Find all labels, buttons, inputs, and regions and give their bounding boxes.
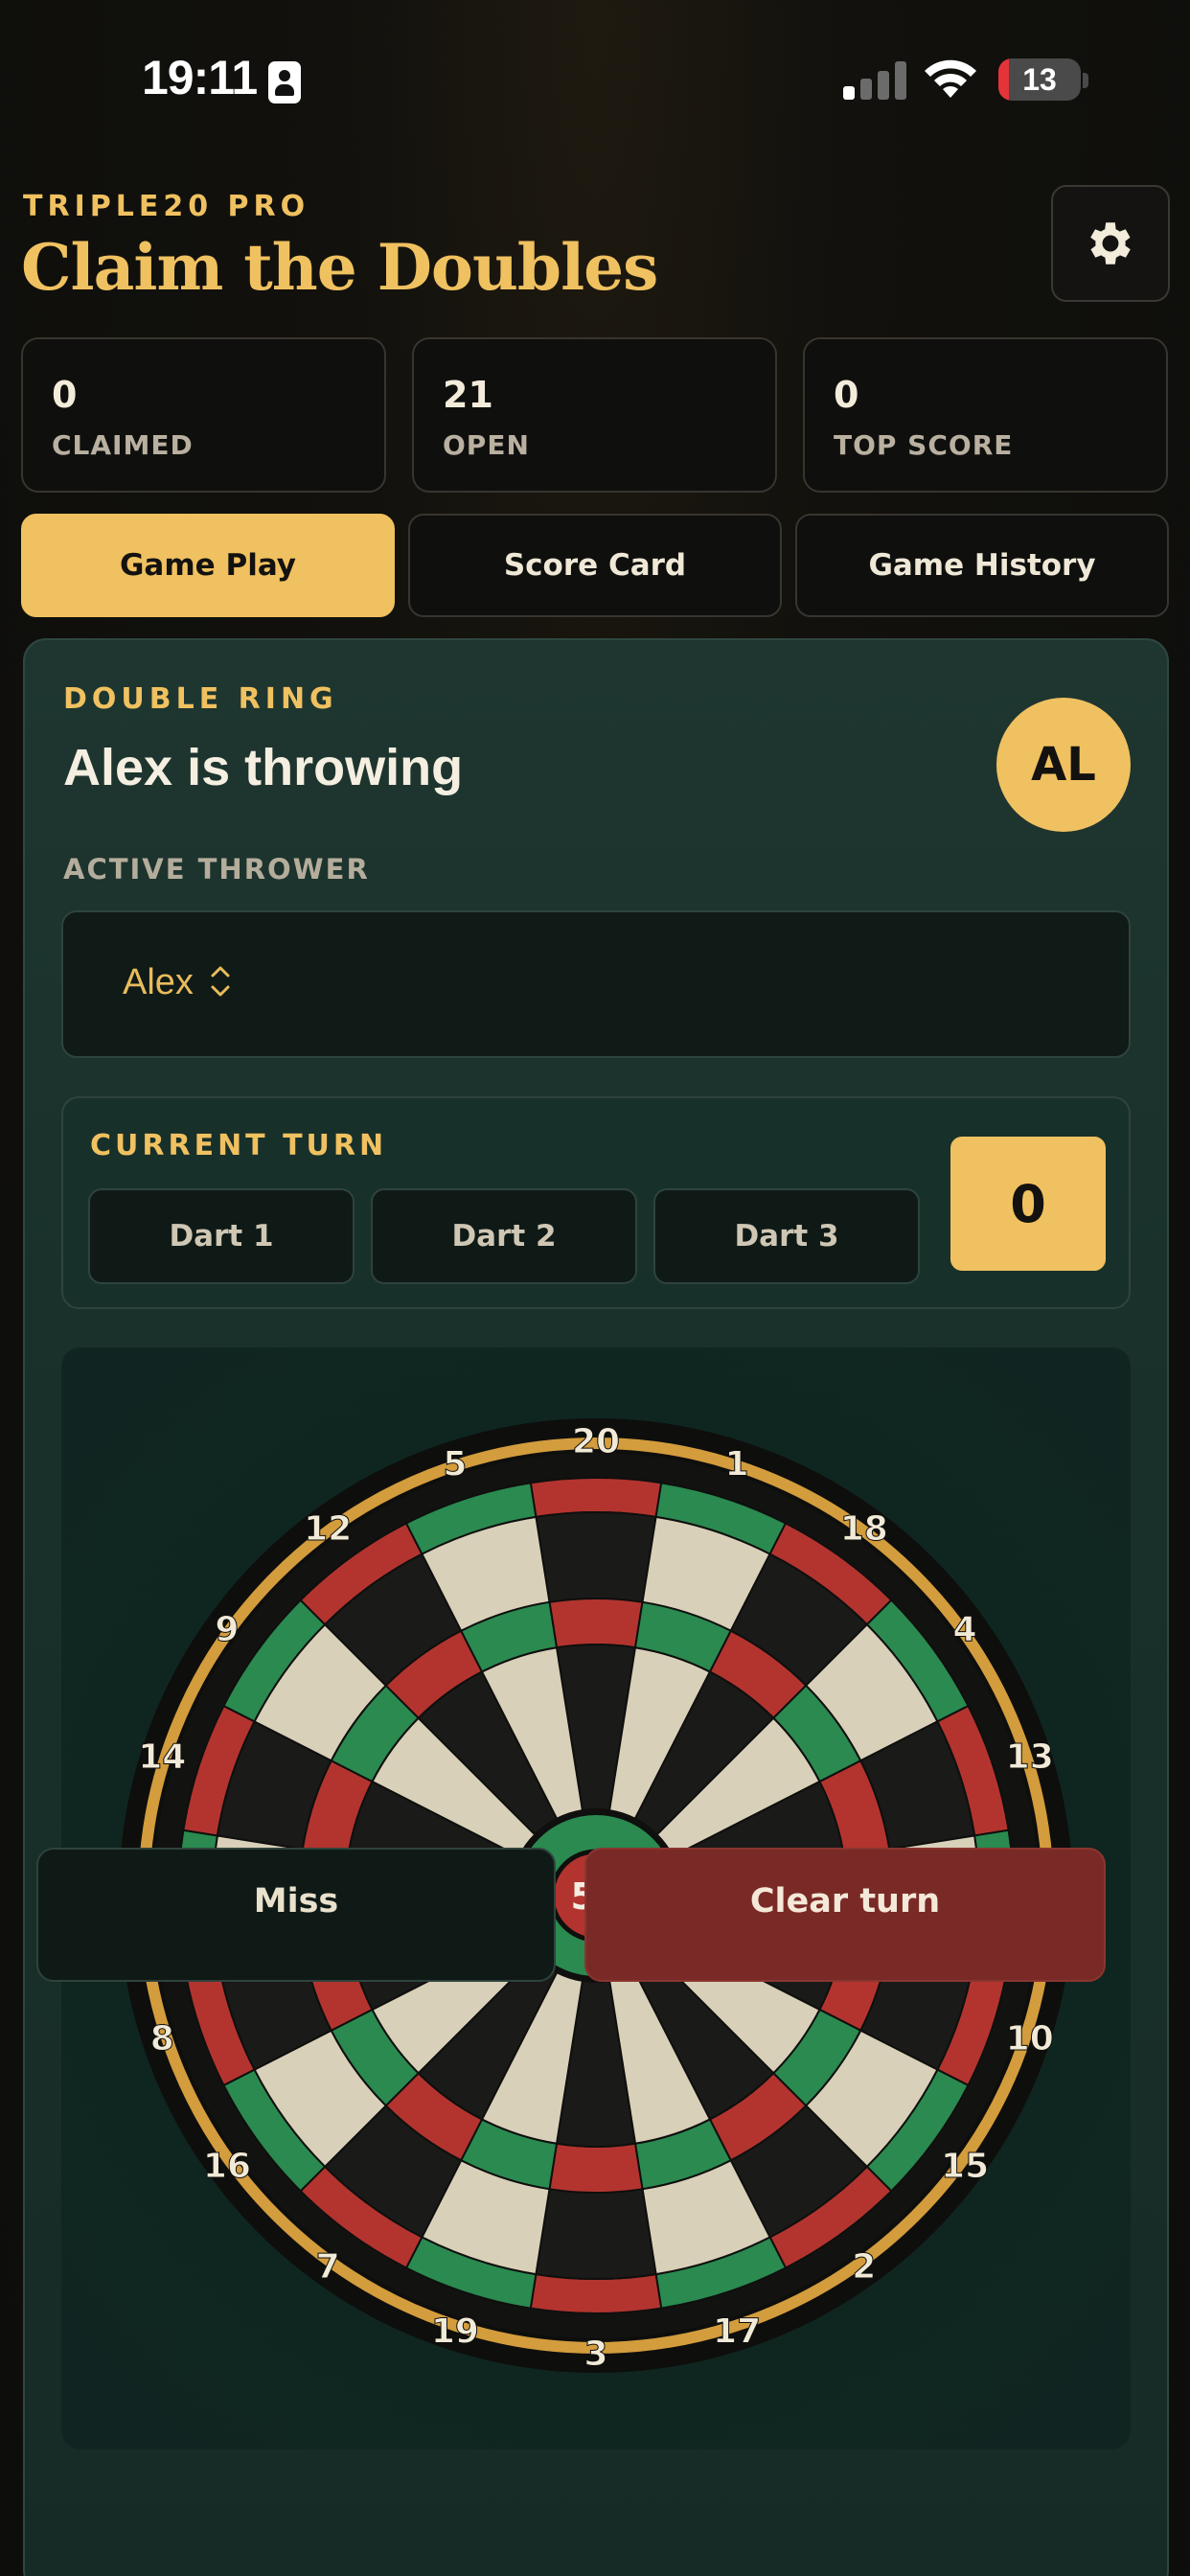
wifi-icon	[925, 59, 976, 98]
target-ring-label: DOUBLE RING	[63, 682, 338, 716]
board-number-20: 20	[572, 1422, 620, 1461]
turn-total: 0	[950, 1137, 1106, 1271]
cellular-signal-icon	[843, 59, 906, 100]
current-turn-card: CURRENT TURN Dart 1 Dart 2 Dart 3 0	[61, 1096, 1131, 1309]
avatar: AL	[996, 698, 1131, 832]
board-number-9: 9	[215, 1610, 239, 1649]
dart-3-slot[interactable]: Dart 3	[653, 1188, 920, 1284]
board-segment-double-3[interactable]	[529, 2272, 663, 2314]
board-number-4: 4	[953, 1610, 977, 1649]
game-panel: DOUBLE RING Alex is throwing AL ACTIVE T…	[23, 638, 1169, 2576]
board-number-8: 8	[150, 2019, 174, 2058]
thrower-heading: Alex is throwing	[63, 739, 464, 796]
stat-value: 0	[52, 374, 78, 416]
status-bar: 19:11 13	[0, 0, 1190, 144]
board-segment-single-20[interactable]	[535, 1511, 657, 1603]
clear-turn-button[interactable]: Clear turn	[584, 1848, 1106, 1982]
tab-game-play[interactable]: Game Play	[21, 514, 395, 617]
active-thrower-select[interactable]: Alex	[61, 910, 1131, 1058]
stat-open: 21 OPEN	[412, 337, 777, 493]
board-number-14: 14	[138, 1737, 186, 1777]
page-title: Claim the Doubles	[21, 230, 658, 305]
stats-row: 0 CLAIMED 21 OPEN 0 TOP SCORE	[21, 337, 1169, 493]
board-number-17: 17	[713, 2312, 761, 2352]
board-number-1: 1	[725, 1444, 749, 1484]
status-time: 19:11	[142, 51, 258, 104]
dart-1-slot[interactable]: Dart 1	[88, 1188, 355, 1284]
settings-button[interactable]	[1051, 185, 1170, 302]
active-thrower-value: Alex	[123, 962, 194, 1002]
stat-label: OPEN	[443, 429, 530, 461]
stat-label: CLAIMED	[52, 429, 194, 461]
current-turn-label: CURRENT TURN	[90, 1129, 388, 1162]
board-number-18: 18	[840, 1509, 888, 1549]
tab-bar: Game Play Score Card Game History	[21, 514, 1169, 617]
board-segment-treble-3[interactable]	[548, 2142, 644, 2194]
board-number-10: 10	[1006, 2019, 1054, 2058]
chevron-up-down-icon	[211, 966, 230, 997]
board-segment-treble-20[interactable]	[548, 1598, 644, 1649]
board-number-13: 13	[1006, 1737, 1054, 1777]
board-number-16: 16	[203, 2147, 251, 2186]
dart-2-slot[interactable]: Dart 2	[371, 1188, 637, 1284]
stat-value: 0	[834, 374, 859, 416]
stat-claimed: 0 CLAIMED	[21, 337, 386, 493]
board-segment-single-3[interactable]	[535, 2188, 657, 2280]
board-number-7: 7	[316, 2247, 340, 2287]
stat-value: 21	[443, 374, 493, 416]
board-number-19: 19	[431, 2312, 479, 2352]
board-segment-double-20[interactable]	[529, 1477, 663, 1519]
active-thrower-label: ACTIVE THROWER	[63, 853, 370, 886]
stat-top-score: 0 TOP SCORE	[803, 337, 1168, 493]
turn-actions: Miss Clear turn	[36, 1848, 1106, 2001]
tab-game-history[interactable]: Game History	[795, 514, 1169, 617]
battery-level: 13	[1022, 61, 1057, 97]
tab-score-card[interactable]: Score Card	[408, 514, 782, 617]
board-number-12: 12	[304, 1509, 352, 1549]
board-number-5: 5	[443, 1444, 467, 1484]
board-number-3: 3	[584, 2334, 607, 2374]
app-eyebrow: TRIPLE20 PRO	[23, 190, 310, 223]
miss-button[interactable]: Miss	[36, 1848, 556, 1982]
battery-icon: 13	[998, 58, 1081, 101]
stat-label: TOP SCORE	[834, 429, 1014, 461]
id-card-icon	[268, 61, 301, 104]
gear-icon	[1090, 222, 1131, 264]
battery-tip	[1083, 73, 1088, 88]
board-number-15: 15	[941, 2147, 989, 2186]
board-number-2: 2	[852, 2247, 876, 2287]
